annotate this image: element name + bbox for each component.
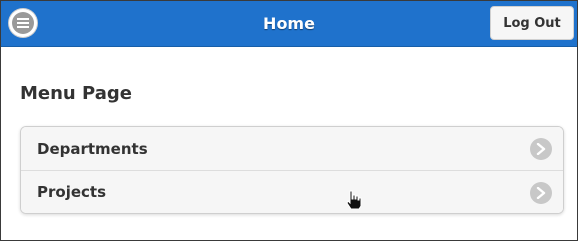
logout-button[interactable]: Log Out	[490, 6, 574, 40]
list-item-departments[interactable]: Departments	[21, 127, 563, 170]
header-bar: Home Log Out	[1, 1, 577, 47]
chevron-right-icon	[530, 182, 552, 204]
list-item-projects[interactable]: Projects	[21, 170, 563, 213]
menu-list: Departments Projects	[20, 126, 564, 214]
hand-cursor-icon	[344, 189, 364, 215]
app-frame: Home Log Out Menu Page Departments Proje…	[0, 0, 578, 241]
hamburger-icon	[12, 12, 34, 34]
page-heading: Menu Page	[20, 83, 132, 104]
menu-button[interactable]	[9, 9, 37, 37]
chevron-right-icon	[530, 138, 552, 160]
list-item-label: Departments	[37, 139, 148, 158]
list-item-label: Projects	[37, 183, 107, 201]
